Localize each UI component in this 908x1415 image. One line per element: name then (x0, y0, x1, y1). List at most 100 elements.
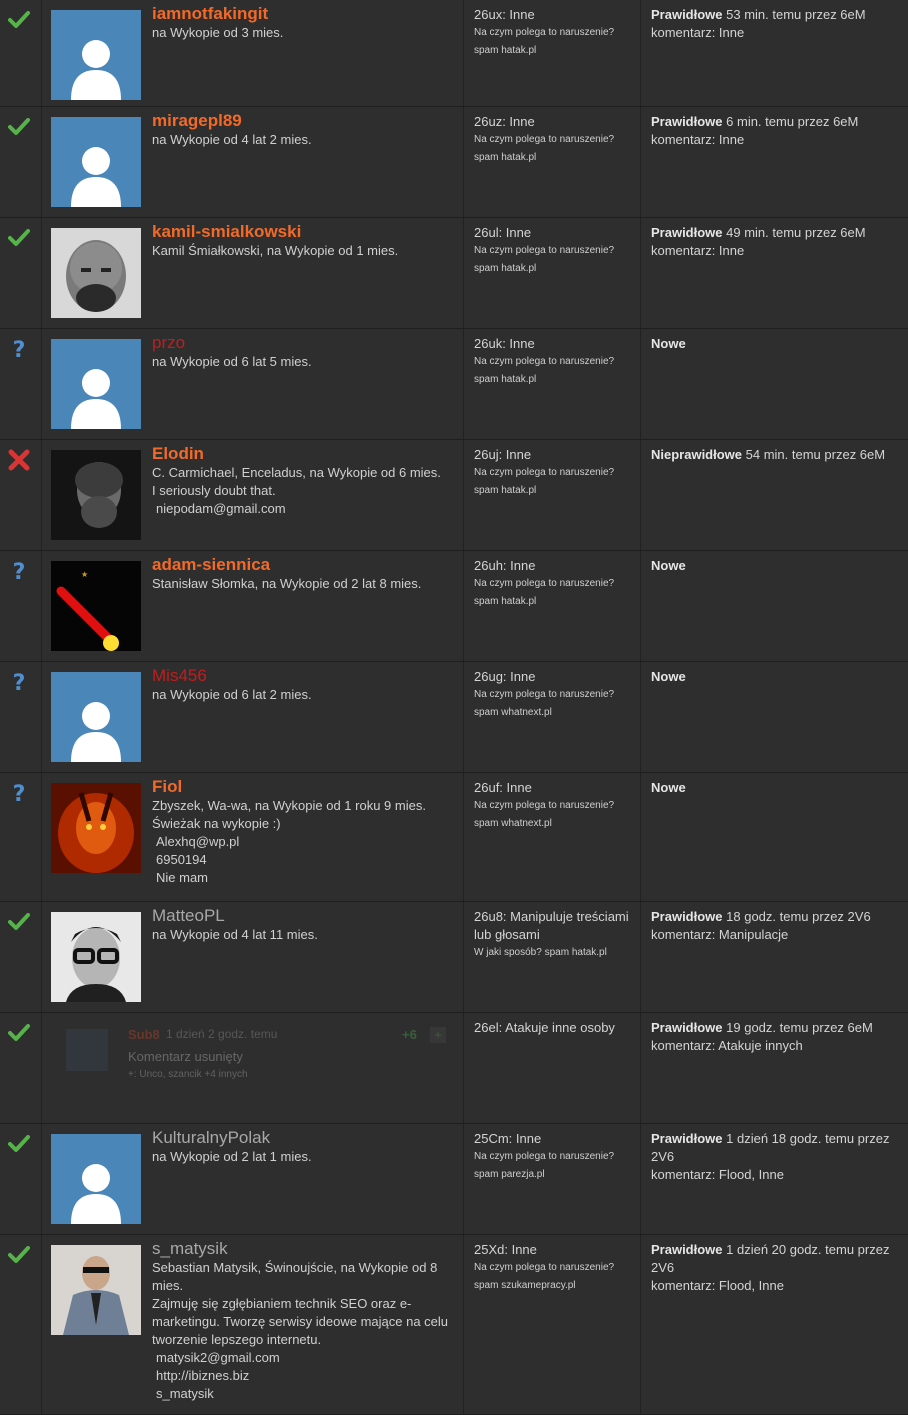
avatar[interactable] (51, 1245, 141, 1335)
user-description: Sebastian Matysik, Świnoujście, na Wykop… (152, 1260, 438, 1293)
report-reason[interactable]: 26uf: Inne (474, 779, 634, 797)
report-reason[interactable]: 26el: Atakuje inne osoby (474, 1019, 634, 1037)
status-cell (0, 1013, 42, 1123)
checkmark-icon (8, 9, 30, 31)
avatar[interactable] (51, 10, 141, 100)
report-details: 26uz: Inne Na czym polega to naruszenie? s… (474, 113, 634, 167)
report-row: s_matysik Sebastian Matysik, Świnoujście,… (0, 1235, 908, 1415)
username-link[interactable]: kamil-smialkowski (152, 222, 455, 242)
status-cell: ? (0, 773, 42, 901)
avatar[interactable] (51, 228, 141, 318)
username-link[interactable]: Elodin (152, 444, 455, 464)
result-cell: Prawidłowe 49 min. temu przez 6eM komenta… (641, 218, 908, 328)
upvote-button[interactable]: + (430, 1027, 446, 1043)
report-reason[interactable]: 26ul: Inne (474, 224, 634, 242)
report-reason[interactable]: 26ug: Inne (474, 668, 634, 686)
cross-icon (8, 449, 30, 471)
svg-text:?: ? (13, 560, 26, 582)
checkmark-icon (8, 1244, 30, 1266)
moderator-comment: komentarz: Inne (651, 25, 745, 40)
report-details: 26uk: Inne Na czym polega to naruszenie? s… (474, 335, 634, 389)
report-details: 25Xd: Inne Na czym polega to naruszenie? s… (474, 1241, 634, 1295)
report-reason[interactable]: 26uj: Inne (474, 446, 634, 464)
user-cell: kamil-smialkowski Kamil Śmiałkowski, na W… (42, 218, 464, 328)
result-cell: Prawidłowe 1 dzień 20 godz. temu przez 2… (641, 1235, 908, 1414)
report-reason[interactable]: 25Cm: Inne (474, 1130, 634, 1148)
username-link[interactable]: Mis456 (152, 666, 455, 686)
report-row: ? Fiol Zbyszek, Wa-wa, na Wykopie od 1 rok… (0, 773, 908, 902)
result-status: Prawidłowe (651, 909, 723, 924)
report-reason[interactable]: 26uk: Inne (474, 335, 634, 353)
username-link[interactable]: MatteoPL (152, 906, 455, 926)
avatar[interactable] (51, 912, 141, 1002)
report-cell: 26ug: Inne Na czym polega to naruszenie? s… (464, 662, 641, 772)
report-details: 26el: Atakuje inne osoby (474, 1019, 634, 1037)
result-line: Nowe (651, 779, 900, 797)
result-status: Prawidłowe (651, 1131, 723, 1146)
report-row: Elodin C. Carmichael, Enceladus, na Wykop… (0, 440, 908, 551)
user-description: Świeżak na wykopie :) (152, 816, 281, 831)
result-cell: Prawidłowe 6 min. temu przez 6eM komentar… (641, 107, 908, 217)
report-cell: 26el: Atakuje inne osoby (464, 1013, 641, 1123)
report-details: 26ux: Inne Na czym polega to naruszenie? s… (474, 6, 634, 60)
report-row: MatteoPL na Wykopie od 4 lat 11 mies. 26u8… (0, 902, 908, 1013)
user-description: C. Carmichael, Enceladus, na Wykopie od … (152, 465, 441, 480)
status-cell (0, 107, 42, 217)
user-info: s_matysik Sebastian Matysik, Świnoujście,… (152, 1239, 455, 1403)
report-row: miragepl89 na Wykopie od 4 lat 2 mies. 26u… (0, 107, 908, 218)
avatar[interactable] (51, 672, 141, 762)
result-meta: 54 min. temu przez 6eM (742, 447, 886, 462)
result-status: Nieprawidłowe (651, 447, 743, 462)
username-link[interactable]: przo (152, 333, 455, 353)
result-status: Prawidłowe (651, 1020, 723, 1035)
user-info: iamnotfakingit na Wykopie od 3 mies. (152, 4, 455, 42)
result-line: Nieprawidłowe 54 min. temu przez 6eM (651, 446, 900, 464)
user-contact: http://ibiznes.biz (156, 1368, 250, 1383)
report-row: ? ★ adam-siennica Stanisław Słomka, na Wyko… (0, 551, 908, 662)
user-cell: MatteoPL na Wykopie od 4 lat 11 mies. (42, 902, 464, 1012)
result-line: Nowe (651, 557, 900, 575)
username-link[interactable]: s_matysik (152, 1239, 455, 1259)
result-status: Prawidłowe (651, 114, 723, 129)
user-description: I seriously doubt that. (152, 483, 276, 498)
user-contact: matysik2@gmail.com (156, 1350, 280, 1365)
result-cell: Nowe (641, 773, 908, 901)
result-line: Prawidłowe 49 min. temu przez 6eM (651, 224, 900, 242)
username-link[interactable]: Fiol (152, 777, 455, 797)
report-question: W jaki sposób? spam hatak.pl (474, 947, 607, 958)
username-link[interactable]: miragepl89 (152, 111, 455, 131)
user-info: przo na Wykopie od 6 lat 5 mies. (152, 333, 455, 371)
report-reason[interactable]: 26uh: Inne (474, 557, 634, 575)
comment-author[interactable]: Sub8 (128, 1027, 160, 1042)
comment-timestamp: 1 dzień 2 godz. temu (166, 1027, 278, 1041)
result-details: Prawidłowe 49 min. temu przez 6eM komenta… (651, 224, 900, 260)
status-cell (0, 902, 42, 1012)
user-info: adam-siennica Stanisław Słomka, na Wykopi… (152, 555, 455, 593)
username-link[interactable]: adam-siennica (152, 555, 455, 575)
user-contact: s_matysik (156, 1386, 214, 1401)
status-cell (0, 440, 42, 550)
report-reason[interactable]: 25Xd: Inne (474, 1241, 634, 1259)
avatar[interactable]: ★ (51, 561, 141, 651)
report-cell: 25Xd: Inne Na czym polega to naruszenie? s… (464, 1235, 641, 1414)
status-cell (0, 0, 42, 106)
report-reason[interactable]: 26uz: Inne (474, 113, 634, 131)
avatar[interactable] (51, 1134, 141, 1224)
report-reason[interactable]: 26ux: Inne (474, 6, 634, 24)
result-status: Nowe (651, 336, 686, 351)
result-meta: 6 min. temu przez 6eM (722, 114, 859, 129)
result-details: Nieprawidłowe 54 min. temu przez 6eM (651, 446, 900, 464)
result-meta: 19 godz. temu przez 6eM (722, 1020, 873, 1035)
avatar[interactable] (51, 783, 141, 873)
report-cell: 26u8: Manipuluje treściami lub głosami W … (464, 902, 641, 1012)
username-link[interactable]: iamnotfakingit (152, 4, 455, 24)
reports-list: iamnotfakingit na Wykopie od 3 mies. 26ux:… (0, 0, 908, 1415)
status-cell (0, 1124, 42, 1234)
avatar[interactable] (51, 117, 141, 207)
avatar[interactable] (51, 450, 141, 540)
report-reason[interactable]: 26u8: Manipuluje treściami lub głosami (474, 908, 634, 944)
result-status: Nowe (651, 780, 686, 795)
username-link[interactable]: KulturalnyPolak (152, 1128, 455, 1148)
avatar[interactable] (51, 339, 141, 429)
result-line: Prawidłowe 19 godz. temu przez 6eM (651, 1019, 900, 1037)
